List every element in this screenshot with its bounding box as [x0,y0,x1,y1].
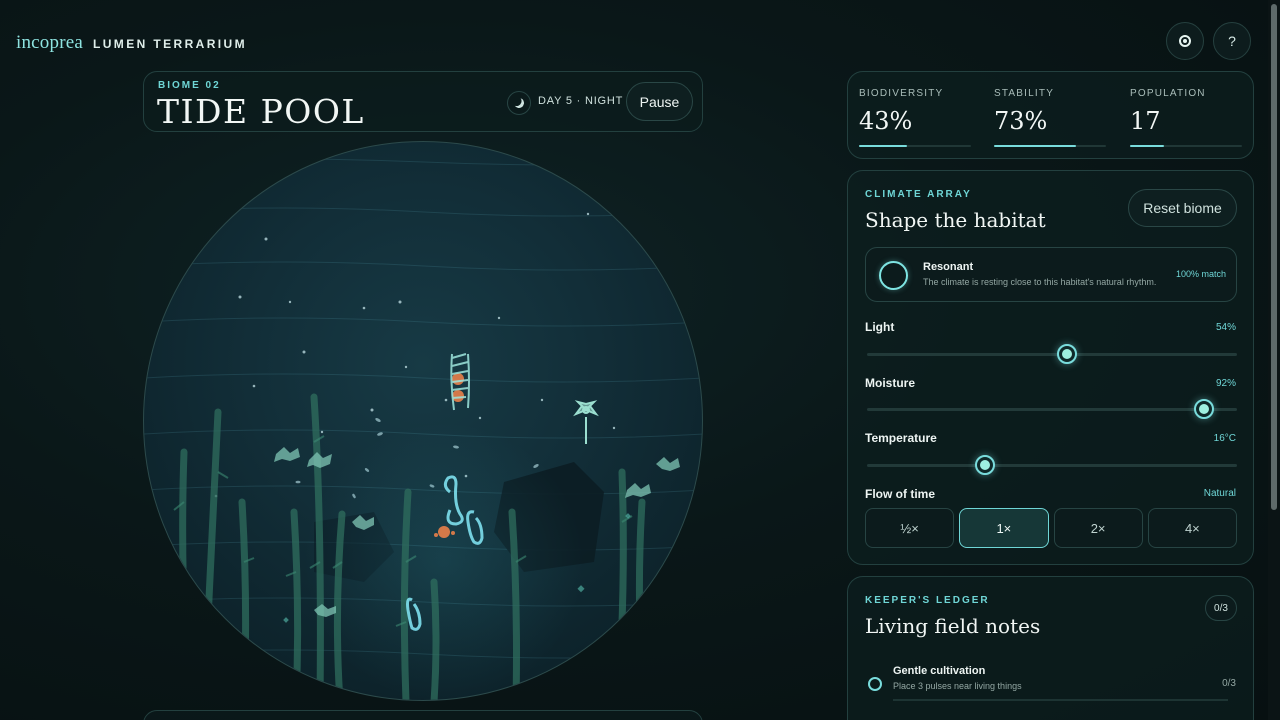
light-value: 54% [1215,322,1236,333]
moisture-value: 92% [1215,378,1236,389]
slider-thumb[interactable] [1056,344,1077,364]
stat-population: POPULATION 17 [1130,88,1242,147]
stat-bar [859,145,971,147]
temperature-slider[interactable] [867,455,1237,475]
terrarium-scene [144,158,702,700]
terrarium-view[interactable] [143,141,703,701]
brand-logo: incoprea [16,32,84,53]
temperature-label: Temperature [865,431,937,445]
time-value: Natural [1203,488,1236,499]
climate-card: CLIMATE ARRAY Shape the habitat Reset bi… [847,170,1254,565]
stat-value: 73% [994,107,1048,135]
help-icon: ? [1228,33,1236,49]
stat-bar [1130,145,1242,147]
help-button[interactable]: ? [1213,22,1251,60]
slider-thumb[interactable] [1193,399,1214,419]
time-speed-selector: ½× 1× 2× 4× [865,508,1237,548]
moisture-slider[interactable] [867,399,1237,419]
reset-biome-button[interactable]: Reset biome [1128,189,1237,227]
ledger-count-badge: 0/3 [1205,595,1237,621]
stat-label: POPULATION [1130,88,1206,99]
pause-button[interactable]: Pause [626,82,693,121]
slider-thumb[interactable] [975,455,996,475]
ledger-title: Living field notes [865,614,1041,638]
speed-2x-button[interactable]: 2× [1053,508,1143,548]
task-progress: 0/3 [1222,678,1236,689]
stat-value: 17 [1130,107,1161,135]
climate-title: Shape the habitat [865,208,1046,232]
stat-biodiversity: BIODIVERSITY 43% [859,88,971,147]
time-label: Flow of time [865,487,935,501]
task-title: Gentle cultivation [893,665,986,677]
ledger-card: KEEPER'S LEDGER Living field notes 0/3 G… [847,576,1254,720]
record-icon [1179,35,1191,47]
day-night-toggle[interactable] [507,91,531,115]
status-description: The climate is resting close to this hab… [923,277,1157,287]
stat-stability: STABILITY 73% [994,88,1106,147]
brand[interactable]: incoprea LUMEN TERRARIUM [16,32,247,54]
biome-header: BIOME 02 TIDE POOL DAY 5 · NIGHT Pause [143,71,703,132]
light-label: Light [865,320,895,334]
stat-value: 43% [859,107,913,135]
moon-icon [513,97,526,110]
task-progress-bar [893,699,1228,701]
stat-bar [994,145,1106,147]
climate-status: Resonant The climate is resting close to… [865,247,1237,302]
biome-kicker: BIOME 02 [158,80,221,91]
status-match: 100% match [1175,269,1226,279]
ledger-kicker: KEEPER'S LEDGER [865,595,990,606]
scrollbar-thumb[interactable] [1271,4,1277,510]
stat-label: BIODIVERSITY [859,88,944,99]
moisture-label: Moisture [865,376,916,390]
page-scrollbar[interactable] [1268,0,1280,720]
task-description: Place 3 pulses near living things [893,681,1022,691]
stat-label: STABILITY [994,88,1055,99]
biome-title: TIDE POOL [157,92,365,131]
status-title: Resonant [923,261,974,273]
speed-half-button[interactable]: ½× [865,508,955,548]
climate-kicker: CLIMATE ARRAY [865,189,972,200]
day-indicator: DAY 5 · NIGHT [538,95,624,107]
app-name: LUMEN TERRARIUM [93,37,248,51]
light-slider[interactable] [867,344,1237,364]
temperature-value: 16°C [1213,433,1236,444]
resonance-ring-icon [879,261,908,290]
record-button[interactable] [1166,22,1204,60]
speed-4x-button[interactable]: 4× [1147,508,1237,548]
task-status-icon[interactable] [868,677,882,691]
speed-1x-button[interactable]: 1× [959,508,1049,548]
stats-card: BIODIVERSITY 43% STABILITY 73% POPULATIO… [847,71,1254,159]
bottom-card [143,710,703,720]
